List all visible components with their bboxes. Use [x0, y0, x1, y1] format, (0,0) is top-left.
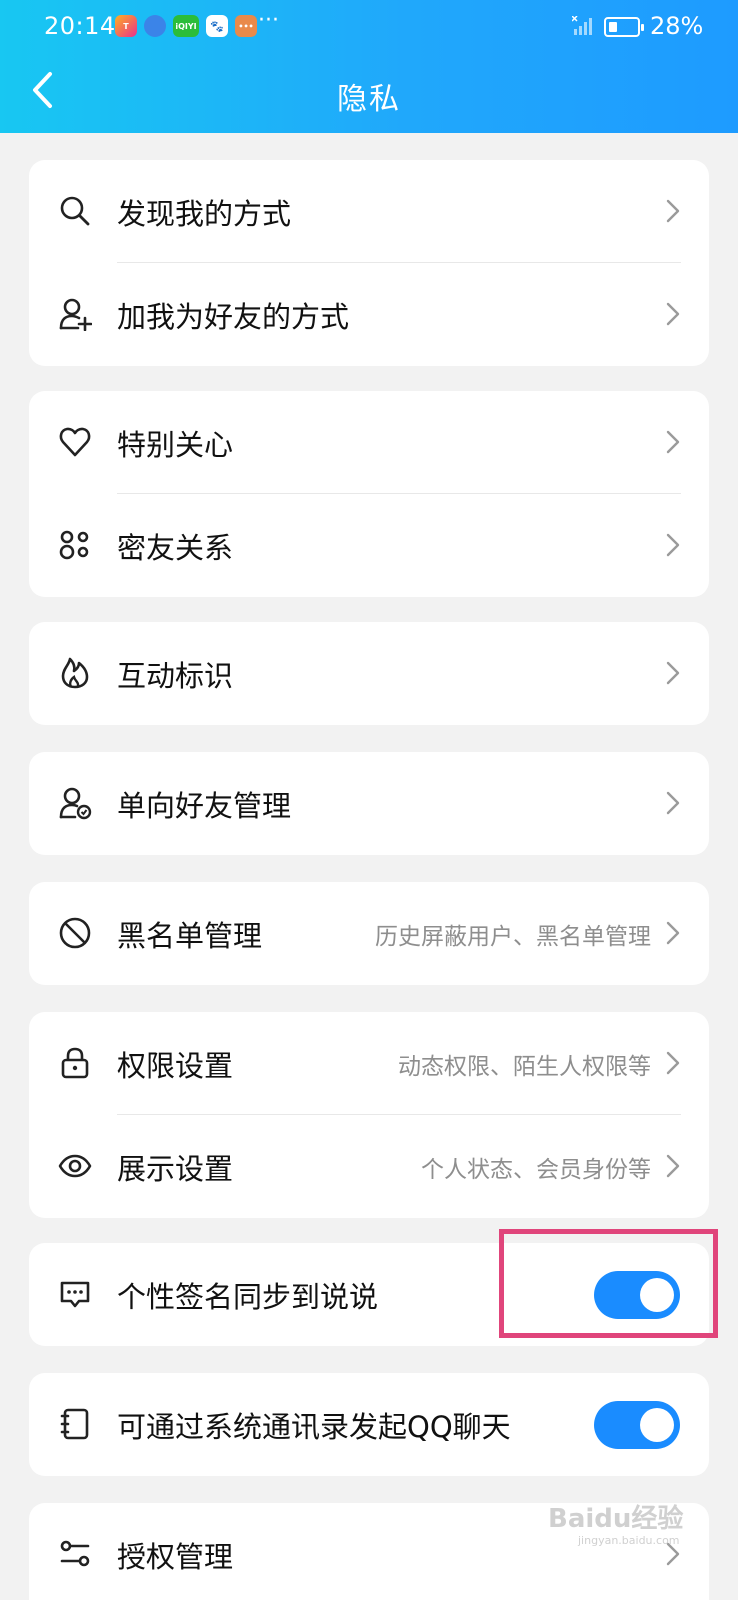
chevron-right-icon [666, 791, 680, 815]
chevron-right-icon [666, 430, 680, 454]
signature-icon [60, 1281, 90, 1308]
relations-section: 特别关心 密友关系 [29, 391, 709, 597]
browser-app-icon [144, 15, 166, 37]
chevron-right-icon [666, 921, 680, 945]
row-display-settings[interactable]: 展示设置 个人状态、会员身份等 [29, 1115, 709, 1218]
row-contacts-chat: 可通过系统通讯录发起QQ聊天 [29, 1373, 709, 1476]
toggle-knob [640, 1408, 674, 1442]
row-label: 个性签名同步到说说 [117, 1279, 379, 1314]
chevron-right-icon [666, 661, 680, 685]
watermark-url: jingyan.baidu.com [578, 1534, 680, 1547]
message-app-icon: ••• [235, 15, 257, 37]
page-title: 隐私 [337, 82, 401, 117]
baidu-app-icon: 🐾 [206, 15, 228, 37]
header: 20:14 T iQIYI 🐾 ••• ··· 28% 隐私 [0, 0, 738, 133]
battery-icon [604, 17, 644, 37]
interaction-section: 互动标识 [29, 622, 709, 725]
baidu-watermark: Baidu经验 jingyan.baidu.com [548, 1498, 684, 1547]
contacts-icon [60, 1408, 89, 1440]
row-label: 权限设置 [117, 1048, 234, 1083]
more-notifications-icon: ··· [258, 8, 279, 33]
notification-icons: T iQIYI 🐾 ••• [115, 15, 257, 37]
row-label: 单向好友管理 [117, 788, 292, 823]
signal-icon [572, 16, 592, 35]
highlight-box [499, 1229, 718, 1338]
permissions-section: 权限设置 动态权限、陌生人权限等 展示设置 个人状态、会员身份等 [29, 1012, 709, 1218]
chevron-right-icon [666, 1051, 680, 1075]
discovery-section: 发现我的方式 加我为好友的方式 [29, 160, 709, 366]
status-bar: 20:14 T iQIYI 🐾 ••• ··· 28% [0, 0, 738, 56]
contacts-chat-toggle[interactable] [594, 1401, 680, 1449]
authorization-icon [60, 1540, 90, 1567]
status-time: 20:14 [44, 12, 116, 40]
row-add-me[interactable]: 加我为好友的方式 [29, 263, 709, 366]
row-label: 特别关心 [117, 427, 234, 462]
row-permission-settings[interactable]: 权限设置 动态权限、陌生人权限等 [29, 1012, 709, 1115]
flame-icon [61, 657, 89, 689]
chevron-right-icon [666, 533, 680, 557]
search-icon [60, 196, 90, 226]
row-label: 互动标识 [117, 658, 234, 693]
add-friend-icon [59, 298, 92, 331]
row-subtext: 个人状态、会员身份等 [421, 1156, 651, 1183]
row-label: 黑名单管理 [117, 918, 263, 953]
heart-icon [59, 427, 91, 457]
iqiyi-app-icon: iQIYI [173, 15, 199, 37]
row-label: 可通过系统通讯录发起QQ聊天 [117, 1409, 511, 1444]
row-one-way-friends[interactable]: 单向好友管理 [29, 752, 709, 855]
eye-icon [58, 1154, 92, 1178]
row-find-me[interactable]: 发现我的方式 [29, 160, 709, 263]
chevron-right-icon [666, 199, 680, 223]
row-label: 授权管理 [117, 1539, 234, 1574]
row-close-friends[interactable]: 密友关系 [29, 494, 709, 597]
row-label: 密友关系 [117, 530, 234, 565]
block-icon [59, 917, 91, 949]
row-blacklist[interactable]: 黑名单管理 历史屏蔽用户、黑名单管理 [29, 882, 709, 985]
lock-icon [61, 1047, 89, 1079]
row-subtext: 历史屏蔽用户、黑名单管理 [375, 923, 651, 950]
row-label: 展示设置 [117, 1151, 234, 1186]
close-friends-icon [59, 530, 89, 560]
one-way-section: 单向好友管理 [29, 752, 709, 855]
one-way-friend-icon [59, 787, 92, 820]
tencent-app-icon: T [115, 15, 137, 37]
row-special-care[interactable]: 特别关心 [29, 391, 709, 494]
contacts-section: 可通过系统通讯录发起QQ聊天 [29, 1373, 709, 1476]
battery-percent: 28% [650, 12, 704, 40]
blacklist-section: 黑名单管理 历史屏蔽用户、黑名单管理 [29, 882, 709, 985]
chevron-right-icon [666, 1154, 680, 1178]
row-interaction-marks[interactable]: 互动标识 [29, 622, 709, 725]
row-label: 发现我的方式 [117, 196, 292, 231]
row-label: 加我为好友的方式 [117, 299, 350, 334]
row-subtext: 动态权限、陌生人权限等 [398, 1053, 651, 1080]
chevron-right-icon [666, 302, 680, 326]
watermark-text: Baidu经验 [548, 1504, 684, 1534]
